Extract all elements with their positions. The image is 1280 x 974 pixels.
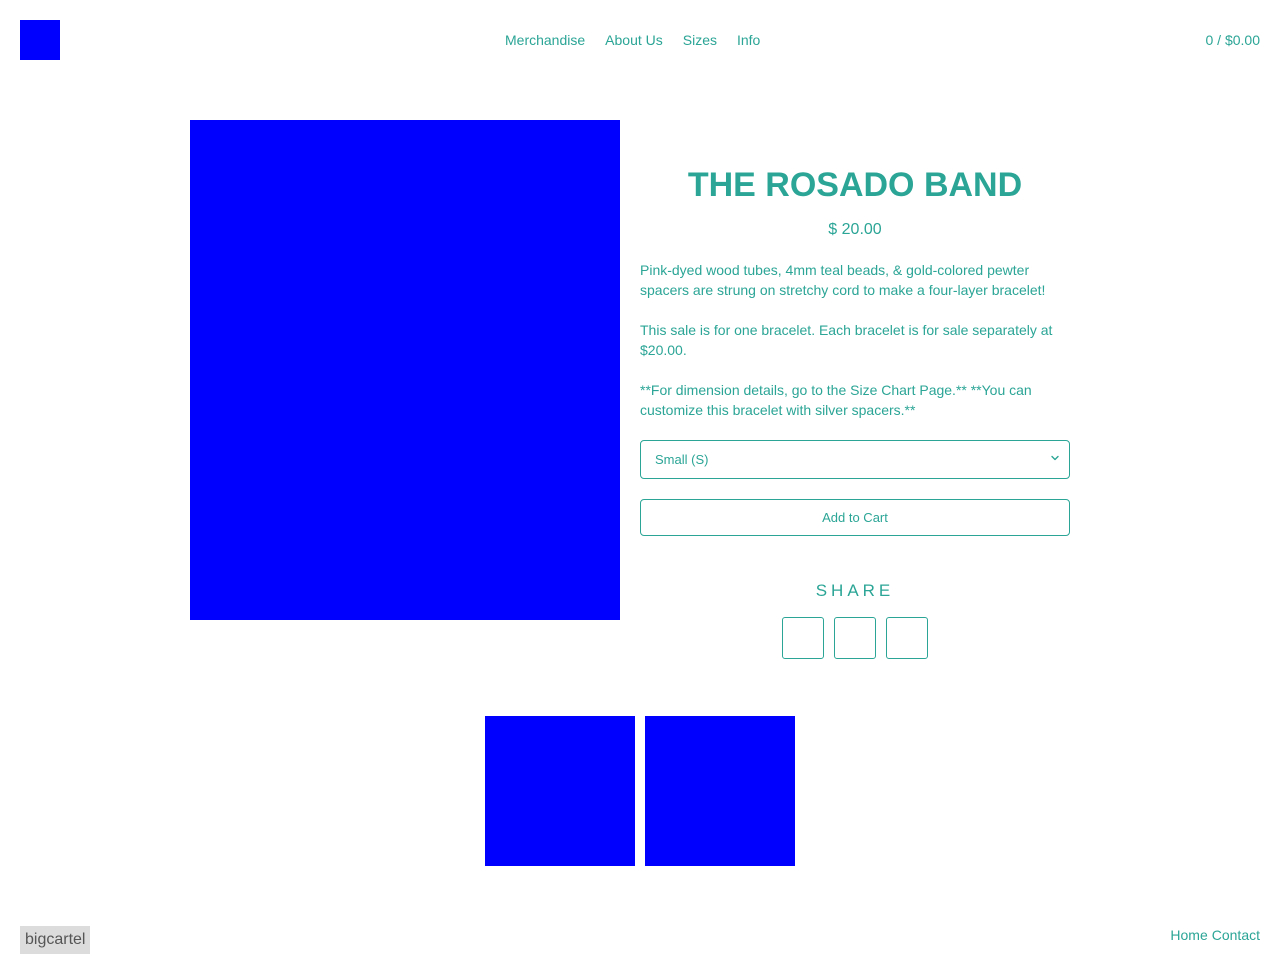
footer-links: Home Contact xyxy=(1170,927,1260,943)
share-buttons xyxy=(640,617,1070,659)
description-paragraph: Pink-dyed wood tubes, 4mm teal beads, & … xyxy=(640,262,1046,298)
nav-merchandise[interactable]: Merchandise xyxy=(505,32,585,48)
share-button-2[interactable] xyxy=(834,617,876,659)
nav-about-us[interactable]: About Us xyxy=(605,32,663,48)
size-select[interactable]: Small (S) xyxy=(640,440,1070,479)
share-heading: SHARE xyxy=(815,581,895,600)
bigcartel-badge[interactable]: bigcartel xyxy=(20,926,91,954)
product-thumbnail-1[interactable] xyxy=(485,716,635,866)
nav-info[interactable]: Info xyxy=(737,32,760,48)
product-thumbnails xyxy=(485,716,795,866)
footer-link-contact[interactable]: Contact xyxy=(1212,927,1260,943)
description-paragraph: **For dimension details, go to the Size … xyxy=(640,382,1032,418)
main-nav: Merchandise About Us Sizes Info xyxy=(505,32,760,48)
size-select-value: Small (S) xyxy=(655,452,709,467)
product-info: THE ROSADO BAND $ 20.00 Pink-dyed wood t… xyxy=(640,120,1070,659)
description-paragraph: This sale is for one bracelet. Each brac… xyxy=(640,322,1053,358)
product-description: Pink-dyed wood tubes, 4mm teal beads, & … xyxy=(640,260,1070,420)
product-thumbnail-2[interactable] xyxy=(645,716,795,866)
cart-summary-link[interactable]: 0 / $0.00 xyxy=(1206,32,1261,48)
add-to-cart-button[interactable]: Add to Cart xyxy=(640,499,1070,536)
chevron-down-icon xyxy=(1051,455,1059,461)
nav-sizes[interactable]: Sizes xyxy=(683,32,717,48)
share-button-3[interactable] xyxy=(886,617,928,659)
footer-link-home[interactable]: Home xyxy=(1170,927,1207,943)
product-main-image xyxy=(190,120,620,620)
product-price: $ 20.00 xyxy=(828,221,882,238)
product-title: THE ROSADO BAND xyxy=(687,166,1023,204)
store-logo[interactable] xyxy=(20,20,60,60)
share-button-1[interactable] xyxy=(782,617,824,659)
